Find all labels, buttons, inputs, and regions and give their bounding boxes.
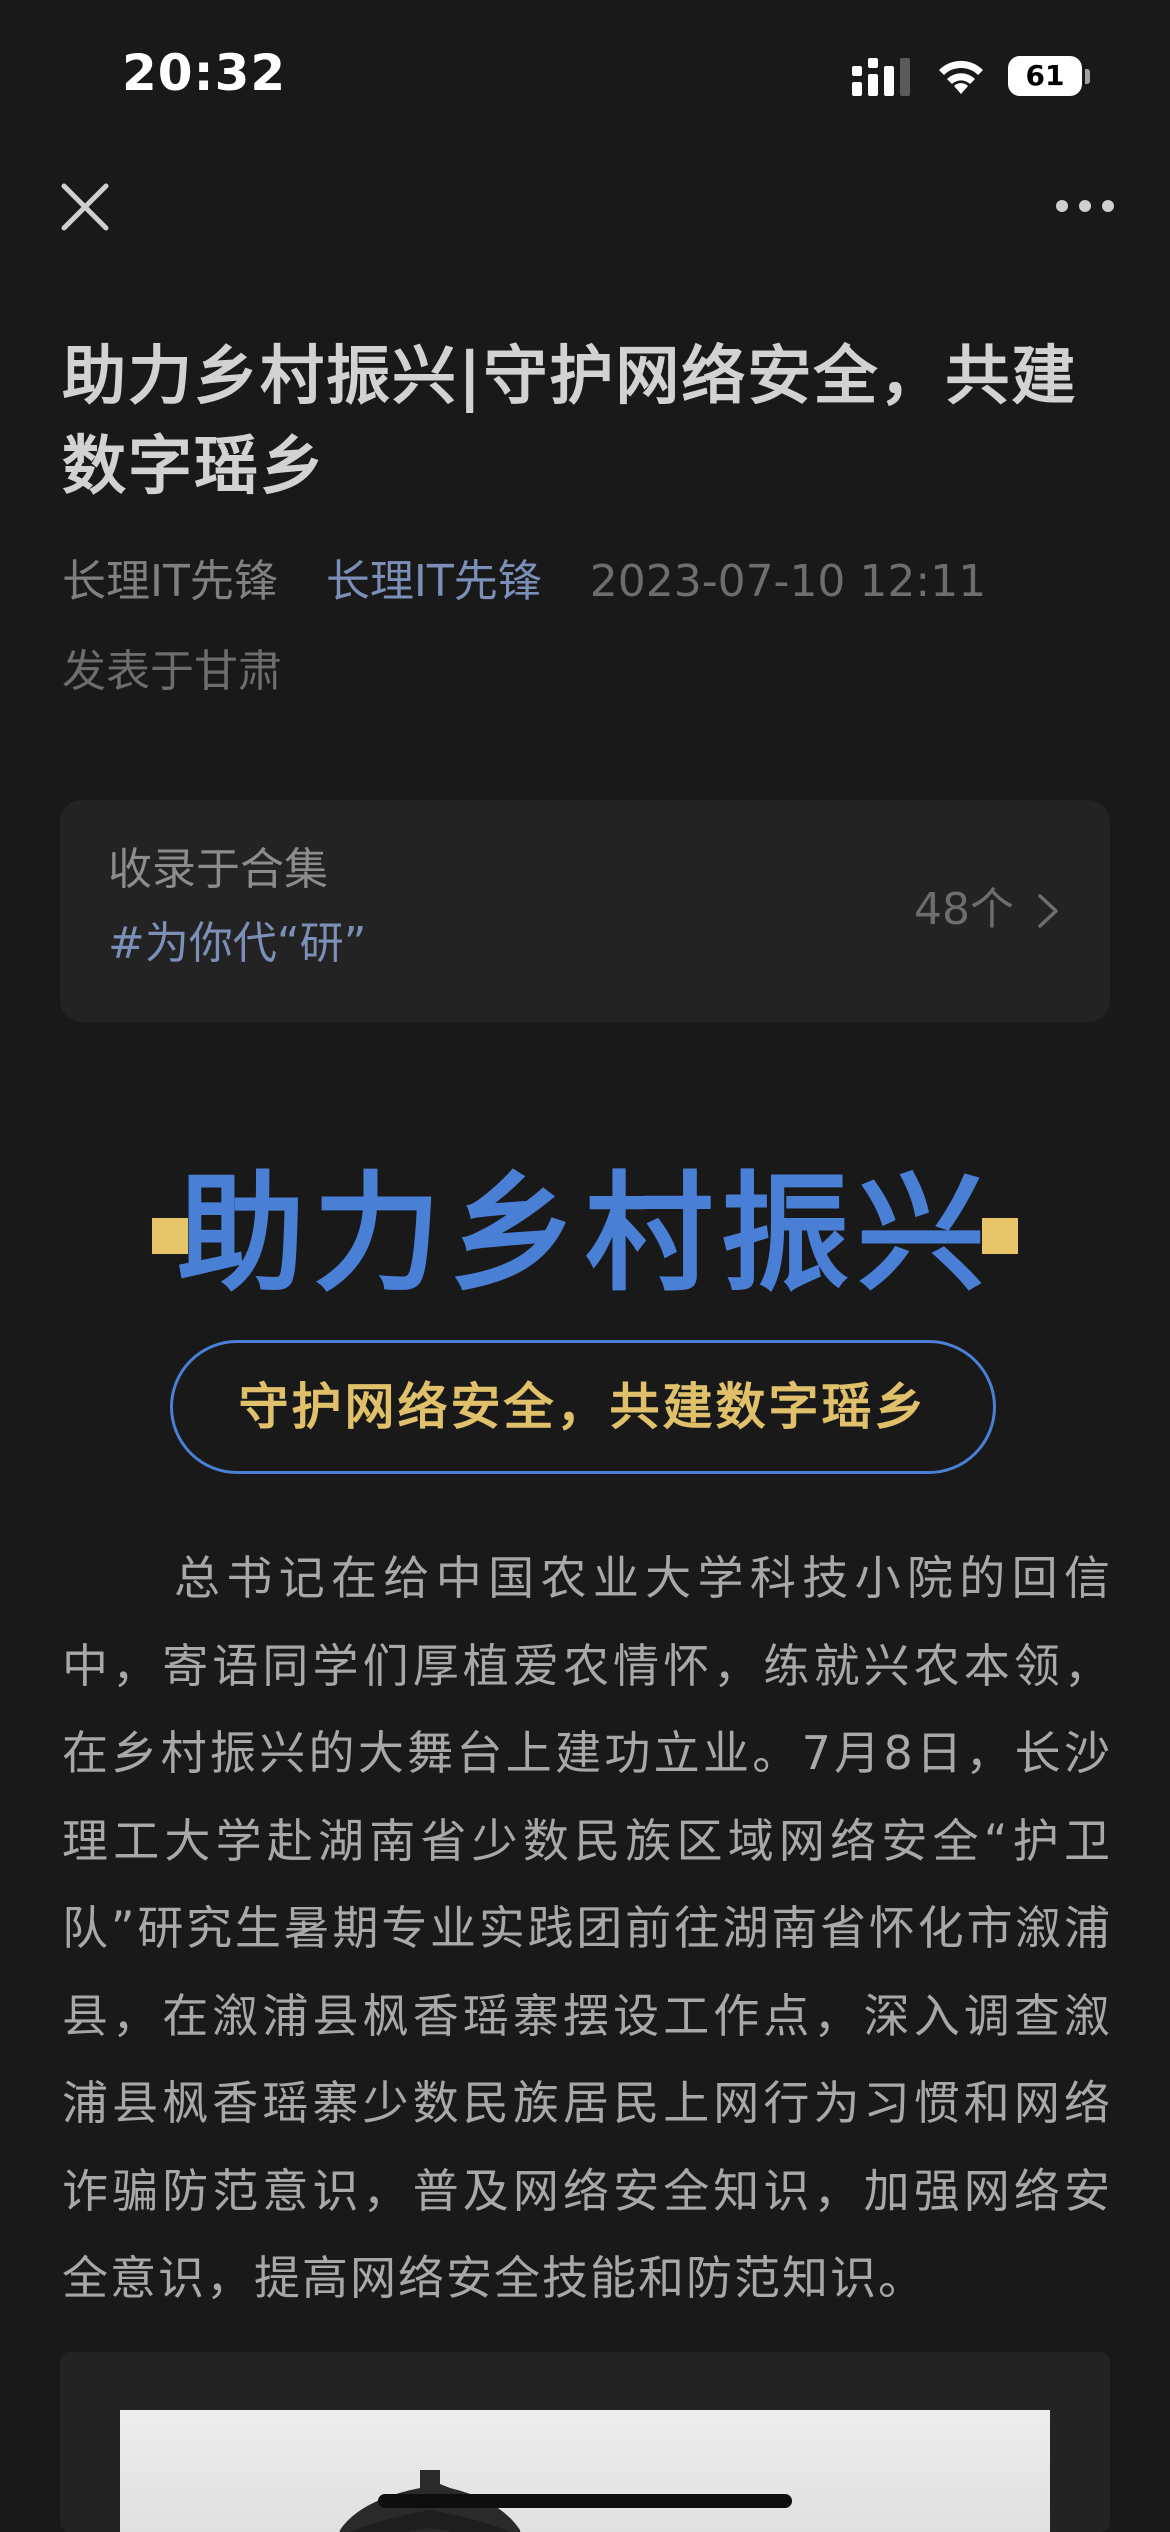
battery-level: 61 — [1008, 56, 1082, 96]
collection-label: 收录于合集 — [108, 844, 328, 895]
article-title: 助力乡村振兴|守护网络安全，共建数字瑶乡 — [62, 340, 1078, 504]
collection-card[interactable]: 收录于合集 #为你代“研” 48个 — [60, 800, 1110, 1022]
close-icon[interactable] — [50, 172, 120, 242]
collection-count: 48个 — [914, 884, 1014, 935]
battery-tip — [1085, 69, 1090, 84]
article-photo[interactable] — [120, 2410, 1050, 2532]
banner-subtitle-pill: 守护网络安全，共建数字瑶乡 — [170, 1340, 996, 1474]
home-indicator — [378, 2494, 792, 2508]
account-link[interactable]: 长理IT先锋 — [326, 556, 542, 607]
article-paragraph: 总书记在给中国农业大学科技小院的回信中，寄语同学们厚植爱农情怀，练就兴农本领，在… — [62, 1551, 1112, 2305]
collection-tag[interactable]: #为你代“研” — [108, 914, 366, 974]
more-icon[interactable] — [1050, 178, 1120, 238]
status-bar: 20:32 61 — [0, 0, 1170, 150]
article-meta: 长理IT先锋 长理IT先锋 2023-07-10 12:11 — [62, 552, 1112, 612]
cellular-signal-icon — [852, 58, 910, 96]
pagoda-roof-image — [339, 2470, 521, 2532]
status-time: 20:32 — [122, 44, 287, 102]
wifi-icon — [939, 60, 983, 94]
battery-indicator: 61 — [1008, 56, 1090, 98]
decorative-square-right — [982, 1218, 1018, 1254]
article-date: 2023-07-10 12:11 — [589, 556, 987, 607]
article-location: 发表于甘肃 — [62, 646, 282, 697]
banner-heading: 助力乡村振兴 — [0, 1150, 1170, 1320]
chevron-right-icon — [1038, 894, 1058, 928]
article-author: 长理IT先锋 — [62, 556, 278, 607]
